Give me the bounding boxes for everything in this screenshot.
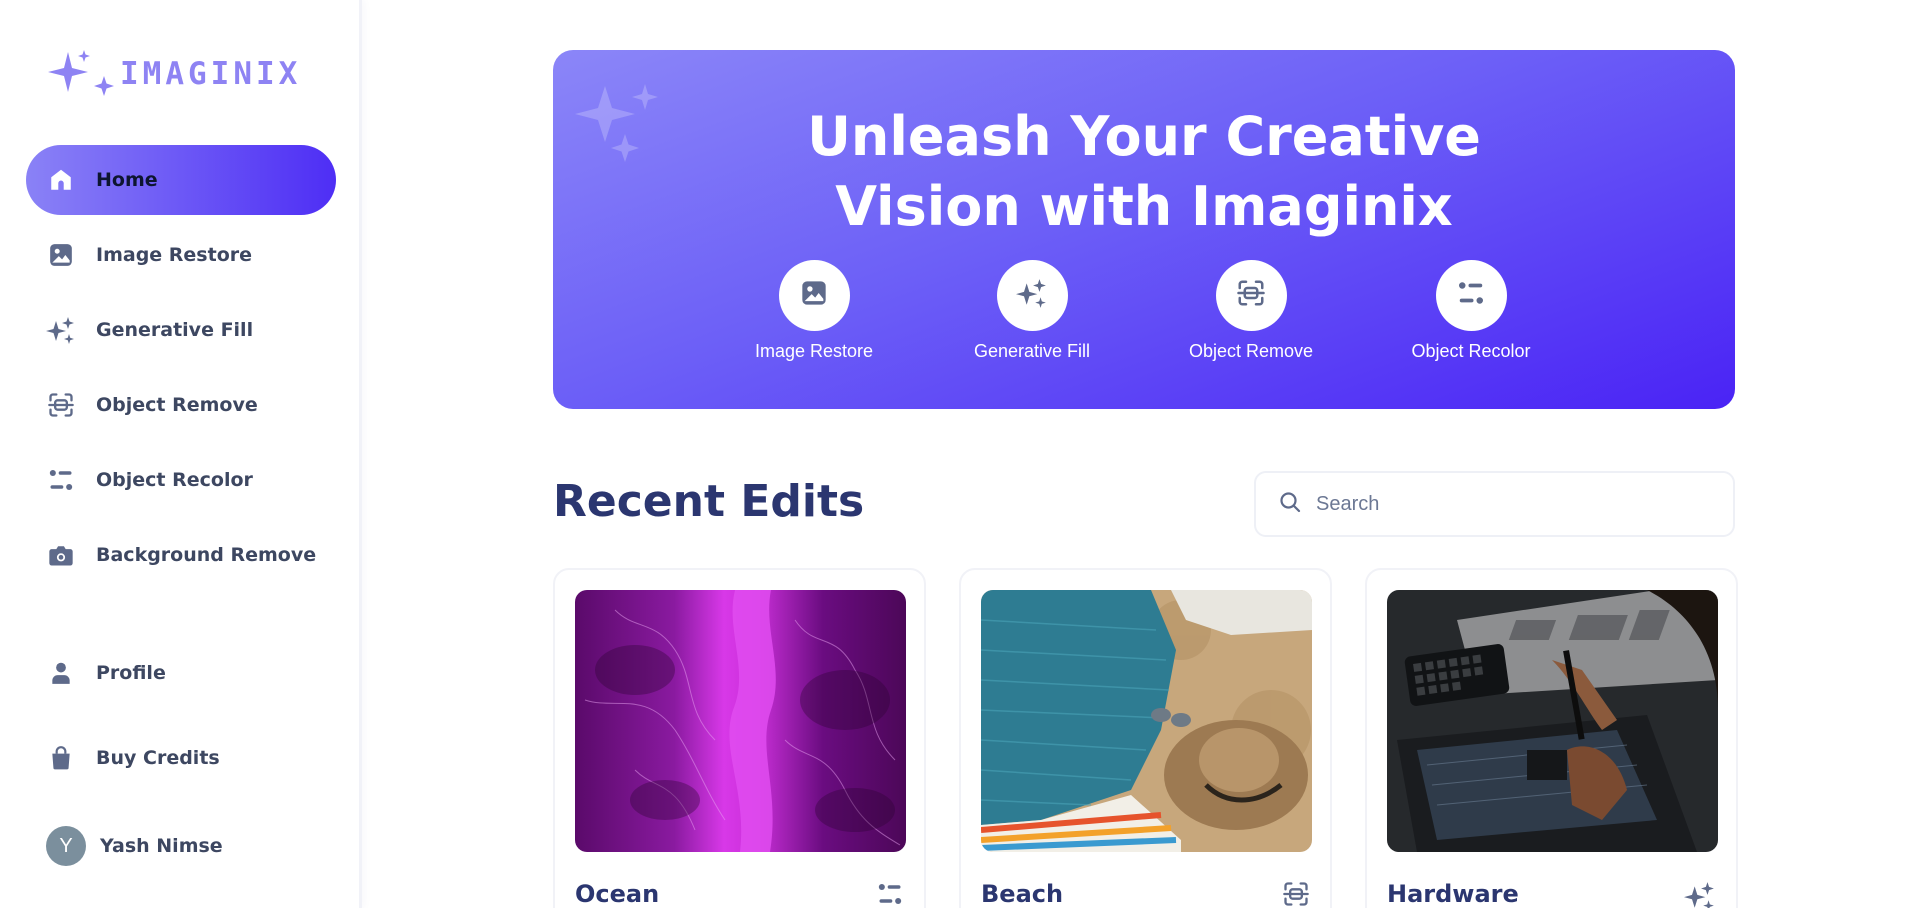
edit-thumbnail[interactable] — [981, 590, 1312, 852]
scan-icon — [1282, 880, 1310, 908]
filter-icon — [1456, 278, 1486, 313]
filter-icon — [876, 880, 904, 908]
edit-card-title: Hardware — [1387, 880, 1519, 908]
sidebar-item-image-restore[interactable]: Image Restore — [26, 220, 336, 290]
ocean-image — [575, 590, 906, 852]
sidebar-item-profile[interactable]: Profile — [26, 638, 336, 708]
beach-image — [981, 590, 1312, 852]
quick-action-object-recolor[interactable]: Object Recolor — [1381, 260, 1561, 362]
quick-action-object-remove[interactable]: Object Remove — [1161, 260, 1341, 362]
sidebar: IMAGINIX Home Image Restore Generative F… — [0, 0, 362, 908]
quick-action-circle — [1215, 260, 1287, 331]
edit-card-ocean[interactable]: Ocean — [553, 568, 926, 908]
scan-icon — [1236, 278, 1266, 313]
app-name: IMAGINIX — [120, 56, 302, 92]
quick-action-image-restore[interactable]: Image Restore — [724, 260, 904, 362]
camera-icon — [46, 540, 76, 570]
edit-thumbnail[interactable] — [575, 590, 906, 852]
search-icon — [1278, 490, 1302, 519]
sidebar-item-background-remove[interactable]: Background Remove — [26, 520, 336, 590]
user-profile-row[interactable]: Y Yash Nimse — [46, 826, 223, 866]
sidebar-item-object-recolor[interactable]: Object Recolor — [26, 445, 336, 515]
app-logo[interactable]: IMAGINIX — [46, 48, 301, 100]
sidebar-item-label: Buy Credits — [96, 747, 220, 769]
sidebar-item-home[interactable]: Home — [26, 145, 336, 215]
bag-icon — [46, 743, 76, 773]
user-name: Yash Nimse — [100, 835, 223, 857]
sparkles-icon — [1684, 880, 1716, 908]
edit-thumbnail[interactable] — [1387, 590, 1718, 852]
sidebar-item-label: Background Remove — [96, 544, 317, 566]
main-nav: Home Image Restore Generative Fill Objec… — [26, 145, 336, 595]
quick-action-generative-fill[interactable]: Generative Fill — [942, 260, 1122, 362]
hero-banner: Unleash Your Creative Vision with Imagin… — [553, 50, 1735, 409]
home-icon — [46, 165, 76, 195]
sidebar-item-generative-fill[interactable]: Generative Fill — [26, 295, 336, 365]
quick-action-circle — [1435, 260, 1507, 331]
quick-action-circle — [778, 260, 850, 331]
search-input[interactable] — [1316, 492, 1716, 516]
edit-card-beach[interactable]: Beach — [959, 568, 1332, 908]
sparkles-icon — [1016, 277, 1048, 314]
hero-title: Unleash Your Creative Vision with Imagin… — [553, 102, 1735, 242]
hero-title-line-1: Unleash Your Creative — [807, 105, 1481, 168]
quick-action-circle — [996, 260, 1068, 331]
search-box[interactable] — [1254, 471, 1735, 537]
sparkle-logo-icon — [48, 50, 114, 96]
quick-action-label: Image Restore — [754, 341, 874, 361]
sidebar-item-object-remove[interactable]: Object Remove — [26, 370, 336, 440]
image-icon — [800, 279, 828, 312]
secondary-nav: Profile Buy Credits — [26, 638, 336, 808]
hardware-image — [1387, 590, 1718, 852]
edit-card-title: Ocean — [575, 880, 660, 908]
edit-card-title: Beach — [981, 880, 1064, 908]
sidebar-item-label: Generative Fill — [96, 319, 254, 341]
edit-card-hardware[interactable]: Hardware — [1365, 568, 1738, 908]
user-icon — [46, 658, 76, 688]
sidebar-item-label: Home — [96, 169, 158, 191]
sidebar-item-label: Object Remove — [96, 394, 258, 416]
sparkles-icon — [46, 315, 76, 345]
filter-icon — [46, 465, 76, 495]
avatar: Y — [46, 826, 86, 866]
sidebar-item-label: Object Recolor — [96, 469, 253, 491]
sidebar-item-label: Image Restore — [96, 244, 253, 266]
recent-edits-title: Recent Edits — [553, 476, 865, 527]
quick-action-label: Object Remove — [1188, 341, 1314, 361]
quick-action-label: Generative Fill — [973, 341, 1091, 361]
sidebar-item-buy-credits[interactable]: Buy Credits — [26, 723, 336, 793]
sidebar-item-label: Profile — [96, 662, 166, 684]
image-icon — [46, 240, 76, 270]
hero-title-line-2: Vision with Imaginix — [835, 175, 1453, 238]
quick-action-label: Object Recolor — [1411, 341, 1531, 361]
scan-icon — [46, 390, 76, 420]
